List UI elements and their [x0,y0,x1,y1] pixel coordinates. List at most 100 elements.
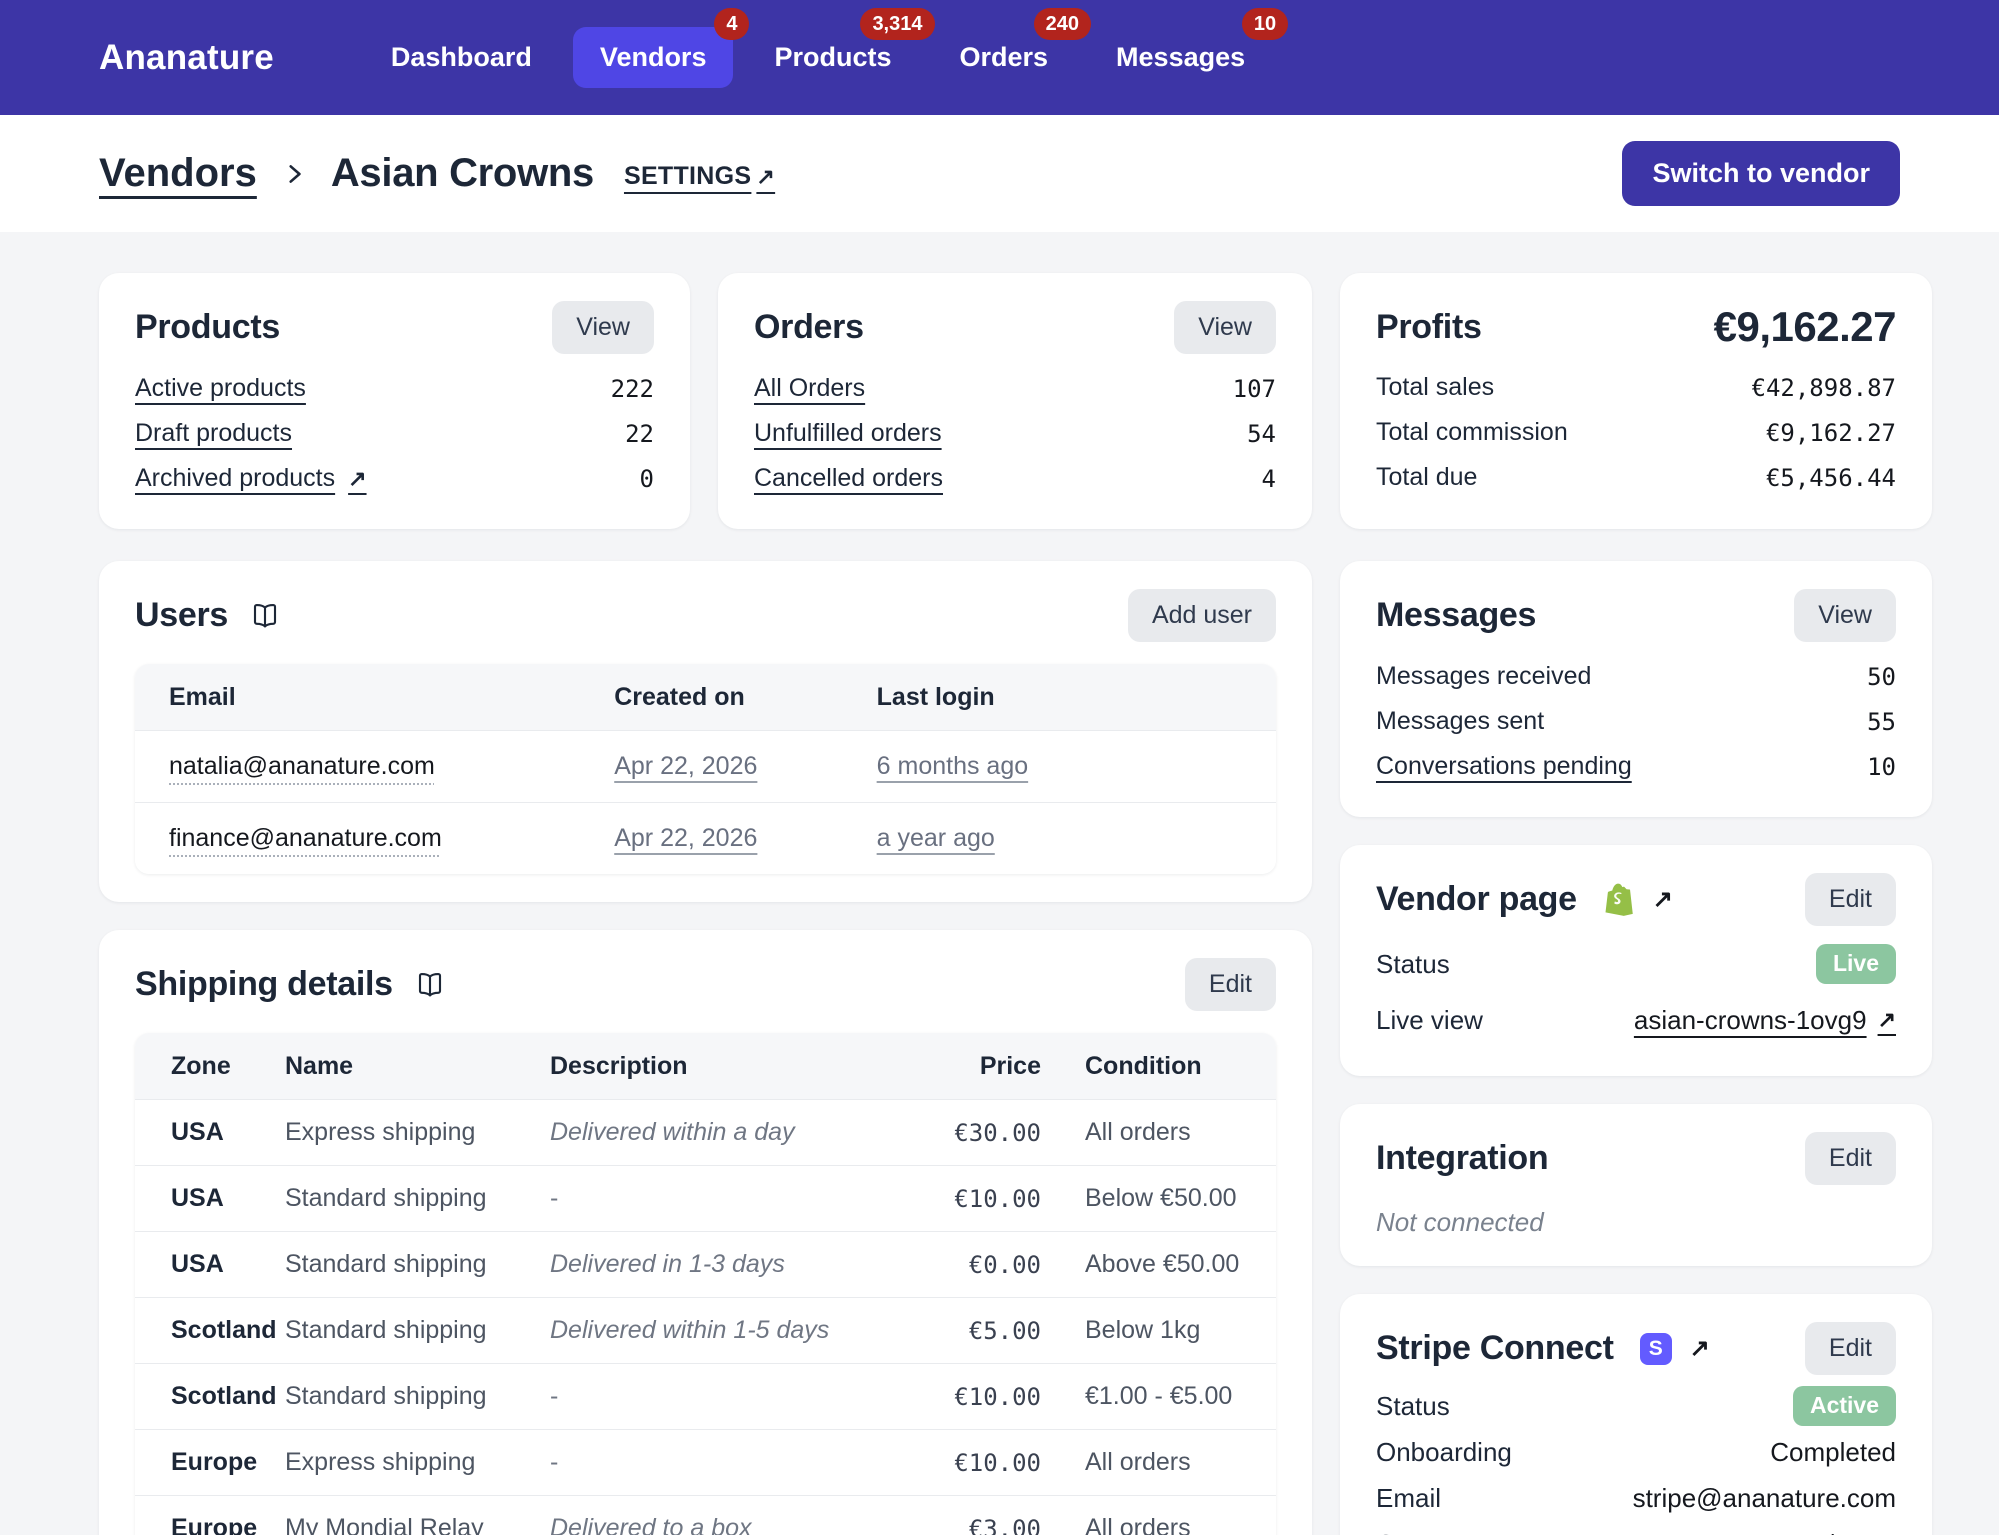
shipping-name: Standard shipping [285,1184,550,1213]
settings-link[interactable]: SETTINGS↗ [624,162,775,191]
shipping-card-title: Shipping details [135,965,445,1004]
integration-status-text: Not connected [1376,1207,1896,1238]
total-sales-value: €42,898.87 [1752,374,1897,402]
users-card-title: Users [135,596,280,635]
live-view-url: asian-crowns-1ovg9 [1634,1005,1867,1036]
total-due-value: €5,456.44 [1766,464,1896,492]
nav-item-products[interactable]: Products 3,314 [747,27,918,88]
nav-item-label: Messages [1116,42,1245,72]
book-icon [250,601,280,631]
main-content: Products View Active products 222 Draft … [0,232,1999,1535]
total-due-label: Total due [1376,463,1477,492]
onboarding-label: Onboarding [1376,1437,1512,1468]
active-products-link[interactable]: Active products [135,374,306,403]
page-title: Asian Crowns [331,151,594,196]
shipping-condition: Below 1kg [1041,1316,1276,1345]
status-label: Status [1376,949,1450,980]
shipping-title-text: Shipping details [135,965,393,1004]
shipping-zone: Scotland [135,1316,285,1345]
stripe-connect-card: Stripe Connect S ↗ Edit Status Active On… [1340,1294,1932,1535]
orders-view-button[interactable]: View [1174,301,1276,354]
total-commission-label: Total commission [1376,418,1568,447]
shipping-price: €5.00 [911,1317,1041,1345]
shipping-zone: USA [135,1250,285,1279]
shipping-zone: Europe [135,1448,285,1477]
user-created-link[interactable]: Apr 22, 2026 [614,752,757,780]
shipping-row: Europe Express shipping - €10.00 All ord… [135,1429,1276,1495]
shipping-description: Delivered within a day [550,1118,911,1147]
nav-item-orders[interactable]: Orders 240 [933,27,1076,88]
shipping-name: Express shipping [285,1118,550,1147]
live-view-link[interactable]: asian-crowns-1ovg9↗ [1634,1005,1896,1036]
messages-card-title: Messages [1376,596,1536,635]
shipping-row: USA Standard shipping - €10.00 Below €50… [135,1165,1276,1231]
user-email-link[interactable]: natalia@ananature.com [169,752,435,780]
stripe-edit-button[interactable]: Edit [1805,1322,1896,1375]
shipping-description: - [550,1448,911,1477]
messages-received-value: 50 [1867,663,1896,691]
products-view-button[interactable]: View [552,301,654,354]
messages-count-badge: 10 [1242,8,1288,40]
integration-edit-button[interactable]: Edit [1805,1132,1896,1185]
stat-row-draft-products: Draft products 22 [135,411,654,456]
column-header-last-login: Last login [877,683,1276,712]
vendor-page-live-view-row: Live view asian-crowns-1ovg9↗ [1376,992,1896,1048]
stat-row-messages-received: Messages received 50 [1376,654,1896,699]
shipping-table: Zone Name Description Price Condition US… [135,1033,1276,1535]
column-header-description: Description [550,1052,911,1081]
unfulfilled-orders-link[interactable]: Unfulfilled orders [754,419,942,448]
nav-item-label: Dashboard [391,42,532,72]
vendor-page-card-title: Vendor page ↗ [1376,880,1673,919]
column-header-condition: Condition [1041,1052,1276,1081]
archived-products-label: Archived products [135,464,335,493]
shipping-edit-button[interactable]: Edit [1185,958,1276,1011]
shipping-name: Standard shipping [285,1382,550,1411]
add-user-button[interactable]: Add user [1128,589,1276,642]
shipping-price: €10.00 [911,1185,1041,1213]
draft-products-value: 22 [625,420,654,448]
column-header-email: Email [135,683,614,712]
stat-row-messages-sent: Messages sent 55 [1376,699,1896,744]
shipping-description: - [550,1184,911,1213]
status-label: Status [1376,1391,1450,1422]
shipping-table-header: Zone Name Description Price Condition [135,1033,1276,1099]
nav-item-label: Orders [960,42,1049,72]
stripe-icon[interactable]: S [1640,1333,1672,1365]
user-email-link[interactable]: finance@ananature.com [169,824,442,852]
user-created-link[interactable]: Apr 22, 2026 [614,824,757,852]
stat-row-cancelled-orders: Cancelled orders 4 [754,456,1276,501]
nav-items: Dashboard Vendors 4 Products 3,314 Order… [364,27,1272,88]
country-value: NL / EUR [1787,1529,1896,1535]
all-orders-link[interactable]: All Orders [754,374,865,403]
nav-item-messages[interactable]: Messages 10 [1089,27,1272,88]
live-status-badge: Live [1816,944,1896,983]
shipping-name: Express shipping [285,1448,550,1477]
column-header-name: Name [285,1052,550,1081]
conversations-pending-link[interactable]: Conversations pending [1376,752,1632,781]
profits-total-value: €9,162.27 [1714,303,1896,351]
switch-to-vendor-button[interactable]: Switch to vendor [1622,141,1900,206]
nav-item-vendors[interactable]: Vendors 4 [573,27,734,88]
external-link-icon: ↗ [348,466,366,492]
email-label: Email [1376,1483,1441,1514]
vendor-page-edit-button[interactable]: Edit [1805,873,1896,926]
shipping-price: €10.00 [911,1383,1041,1411]
nav-item-dashboard[interactable]: Dashboard [364,27,559,88]
user-last-login-link[interactable]: a year ago [877,824,995,852]
archived-products-value: 0 [640,465,654,493]
shopify-icon[interactable] [1603,882,1635,918]
country-label: Country [1376,1529,1467,1535]
messages-view-button[interactable]: View [1794,589,1896,642]
breadcrumb-vendors-link[interactable]: Vendors [99,151,257,196]
user-last-login-link[interactable]: 6 months ago [877,752,1029,780]
left-column: Users Add user Email Created on Last log… [99,561,1312,1535]
messages-card: Messages View Messages received 50 Messa… [1340,561,1932,817]
draft-products-link[interactable]: Draft products [135,419,292,448]
book-icon [415,970,445,1000]
archived-products-link[interactable]: Archived products ↗ [135,464,367,493]
vendor-page-status-row: Status Live [1376,936,1896,992]
onboarding-value: Completed [1770,1437,1896,1468]
vendors-count-badge: 4 [714,8,749,40]
cancelled-orders-link[interactable]: Cancelled orders [754,464,943,493]
external-link-icon: ↗ [756,164,775,190]
